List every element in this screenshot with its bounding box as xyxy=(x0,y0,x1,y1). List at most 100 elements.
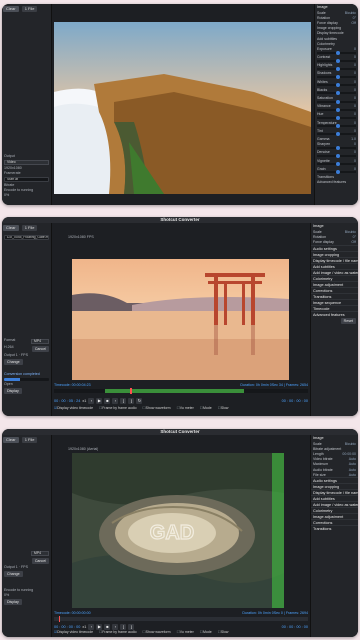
setting-value[interactable]: 0 xyxy=(354,71,356,75)
play-icon[interactable]: ▶ xyxy=(96,623,103,630)
check-frame-audio[interactable]: Frame by frame audio xyxy=(99,630,136,634)
step-back-icon[interactable]: ‹ xyxy=(88,397,95,404)
setting-slider[interactable] xyxy=(317,170,356,175)
reset-button[interactable]: Reset xyxy=(340,317,356,324)
setting-slider[interactable] xyxy=(317,145,356,150)
slider-handle[interactable] xyxy=(335,83,340,88)
setting-row[interactable]: Advanced features xyxy=(315,180,358,185)
stop-icon[interactable]: ■ xyxy=(104,397,111,404)
setting-value[interactable]: 0 xyxy=(354,55,356,59)
tab-file-list[interactable]: 1 File xyxy=(21,225,38,231)
format-select[interactable]: MP4 xyxy=(31,551,49,556)
setting-value[interactable]: Bicubic xyxy=(345,230,356,234)
left-row-select[interactable]: Video xyxy=(4,160,49,165)
mark-in-icon[interactable]: [ xyxy=(120,397,127,404)
setting-value[interactable]: 0 xyxy=(354,88,356,92)
mark-in-icon[interactable]: [ xyxy=(120,623,127,630)
setting-slider[interactable] xyxy=(317,116,356,120)
slider-handle[interactable] xyxy=(335,75,340,80)
step-back-icon[interactable]: ‹ xyxy=(88,623,95,630)
mode-value[interactable]: Slow xyxy=(218,630,229,634)
step-forward-icon[interactable]: › xyxy=(112,623,119,630)
setting-slider[interactable] xyxy=(317,50,356,55)
setting-value[interactable]: Off xyxy=(351,21,356,25)
mode-value[interactable]: Slow xyxy=(218,406,229,410)
slider-handle[interactable] xyxy=(335,153,340,158)
section-header[interactable]: Transitions xyxy=(311,525,358,531)
slider-handle[interactable] xyxy=(335,116,340,120)
setting-slider[interactable] xyxy=(317,99,356,104)
mark-out-icon[interactable]: ] xyxy=(128,397,135,404)
setting-value[interactable]: 0 xyxy=(354,47,356,51)
setting-value[interactable]: Bicubic xyxy=(345,442,356,446)
setting-value[interactable]: 0 xyxy=(354,112,356,116)
setting-value[interactable]: 0 xyxy=(354,63,356,67)
setting-slider[interactable] xyxy=(317,132,356,137)
display-button[interactable]: Display xyxy=(4,599,22,605)
play-icon[interactable]: ▶ xyxy=(96,397,103,404)
tab-clear[interactable]: Clear xyxy=(3,437,19,443)
setting-slider[interactable] xyxy=(317,83,356,88)
setting-value[interactable]: Bicubic xyxy=(345,11,356,15)
setting-value[interactable]: 0 xyxy=(354,159,356,163)
setting-value[interactable]: 0 xyxy=(354,150,356,154)
slider-handle[interactable] xyxy=(335,66,340,71)
setting-value[interactable]: 0 xyxy=(354,142,356,146)
setting-value[interactable]: Auto xyxy=(349,462,356,466)
setting-value[interactable]: 0 xyxy=(354,96,356,100)
setting-slider[interactable] xyxy=(317,91,356,96)
check-vu-meter[interactable]: Vu meter xyxy=(177,630,194,634)
check-display-timecode[interactable]: Display video timecode xyxy=(54,406,93,410)
check-waveform[interactable]: Show waveform xyxy=(143,630,171,634)
setting-slider[interactable] xyxy=(317,58,356,63)
check-waveform[interactable]: Show waveform xyxy=(143,406,171,410)
setting-value[interactable]: Auto xyxy=(349,457,356,461)
setting-value[interactable]: 0 xyxy=(354,80,356,84)
loop-icon[interactable]: ↻ xyxy=(136,397,143,404)
stop-icon[interactable]: ■ xyxy=(104,623,111,630)
display-button[interactable]: Display xyxy=(4,388,22,394)
section-header[interactable]: Display timecode / file name xyxy=(311,256,358,263)
video-viewer[interactable] xyxy=(54,22,311,194)
check-vu-meter[interactable]: Vu meter xyxy=(177,406,194,410)
tab-clear[interactable]: Clear xyxy=(3,6,19,12)
slider-handle[interactable] xyxy=(335,50,340,55)
left-row-field[interactable]: Start at xyxy=(4,177,49,182)
check-frame-audio[interactable]: Frame by frame audio xyxy=(99,406,136,410)
setting-slider[interactable] xyxy=(317,75,356,80)
setting-row[interactable]: Force display Off xyxy=(315,20,358,25)
setting-value[interactable]: 0 xyxy=(354,121,356,125)
setting-value[interactable]: Auto xyxy=(349,468,356,472)
setting-slider[interactable] xyxy=(317,162,356,167)
cancel-button[interactable]: Cancel xyxy=(31,346,49,352)
setting-slider[interactable] xyxy=(317,66,356,71)
section-header[interactable]: Add image / video as watermark xyxy=(311,501,358,507)
setting-slider[interactable] xyxy=(317,124,356,129)
slider-handle[interactable] xyxy=(335,145,340,150)
slider-handle[interactable] xyxy=(335,107,340,112)
cancel-button[interactable]: Cancel xyxy=(31,558,49,564)
playhead[interactable] xyxy=(130,388,132,394)
section-header[interactable]: Add image / video as watermark xyxy=(311,268,358,275)
video-viewer[interactable]: GAD xyxy=(72,453,284,608)
step-forward-icon[interactable]: › xyxy=(112,397,119,404)
slider-handle[interactable] xyxy=(335,99,340,104)
file-item[interactable]: DJI_0045_Floating_Gate.mp4 xyxy=(4,235,49,240)
section-header[interactable]: Display timecode / file name xyxy=(311,489,358,495)
setting-value[interactable]: 0 xyxy=(354,129,356,133)
setting-value[interactable]: 1.0 xyxy=(351,137,356,141)
slider-handle[interactable] xyxy=(335,162,340,167)
setting-value[interactable]: 0 xyxy=(354,104,356,108)
change-button[interactable]: Change xyxy=(4,571,23,577)
setting-value[interactable]: 0° xyxy=(353,16,356,20)
setting-value[interactable]: 00:00:00 xyxy=(342,452,356,456)
setting-slider[interactable] xyxy=(317,153,356,158)
tab-file-list[interactable]: 1 File xyxy=(21,6,38,12)
change-button[interactable]: Change xyxy=(4,359,23,365)
playhead[interactable] xyxy=(59,616,61,622)
setting-slider[interactable] xyxy=(317,107,356,112)
setting-value[interactable]: Auto xyxy=(349,473,356,477)
timeline-track[interactable] xyxy=(54,388,308,394)
slider-handle[interactable] xyxy=(335,124,340,129)
format-select[interactable]: MP4 xyxy=(31,339,49,344)
